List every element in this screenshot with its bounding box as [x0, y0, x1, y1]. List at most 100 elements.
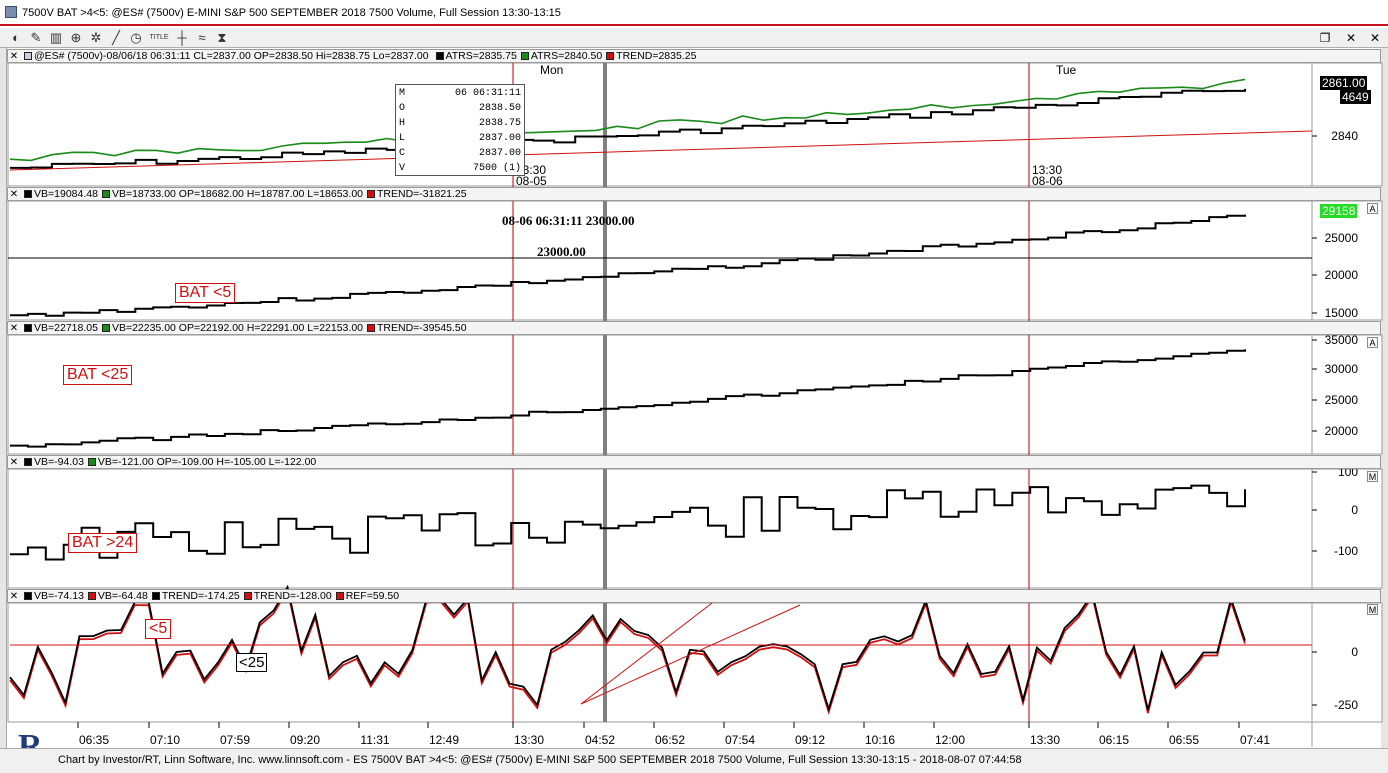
ohlc-value: 7500 (1)	[472, 163, 521, 174]
ohlc-key: O	[399, 103, 406, 114]
pane5-legend-item: TREND=-174.25	[161, 590, 240, 602]
axis-tick-label: 0	[1351, 503, 1358, 517]
axis-tick-label: 2840	[1331, 129, 1358, 143]
pane2-header: ✕ VB=19084.48 VB=18733.00 OP=18682.00 H=18…	[7, 187, 1381, 201]
time-axis-label: 06:15	[1099, 733, 1129, 747]
ohlc-row: L 2837.00	[399, 131, 521, 146]
pane1-legend: ATRS=2835.75 ATRS=2840.50 TREND=2835.25	[432, 50, 697, 62]
pane3-legend-item: VB=22718.05	[34, 322, 98, 334]
pane2-legend-item: TREND=-31821.25	[377, 188, 467, 200]
pane2-legend-item: VB=18733.00 OP=18682.00 H=18787.00 L=186…	[111, 188, 363, 200]
pane2-scale-letter[interactable]: A	[1367, 203, 1378, 214]
ohlc-key: M	[399, 88, 406, 99]
pane4-header: ✕ VB=-94.03 VB=-121.00 OP=-109.00 H=-105.0…	[7, 455, 1381, 469]
pane3-legend-item: VB=22235.00 OP=22192.00 H=22291.00 L=221…	[111, 322, 363, 334]
time-axis-label: 06:52	[655, 733, 685, 747]
crosshair-value: 23000.00	[537, 244, 586, 259]
pane5-close-icon[interactable]: ✕	[8, 591, 20, 602]
pane5-legend: VB=-74.13 VB=-64.48 TREND=-174.25 TREND=-12…	[20, 590, 399, 602]
pane2-legend-item: VB=19084.48	[34, 188, 98, 200]
axis-tick-label: 15000	[1325, 306, 1359, 320]
pane5-legend-swatch	[243, 592, 252, 600]
ohlc-key: L	[399, 133, 406, 144]
session-date-label: 08-05	[516, 174, 547, 188]
ohlc-key: H	[399, 118, 406, 129]
pane4-legend-item: VB=-94.03	[34, 456, 84, 468]
axis-tick-label: 35000	[1325, 333, 1359, 347]
pane2-legend: VB=19084.48 VB=18733.00 OP=18682.00 H=187…	[20, 188, 467, 200]
pane5-scale-letter[interactable]: M	[1367, 604, 1378, 615]
pane5-legend-swatch	[87, 592, 96, 600]
pane2-legend-swatch	[24, 190, 32, 198]
pane4-scale-letter[interactable]: M	[1367, 471, 1378, 482]
ohlc-value: 2837.00	[478, 133, 521, 144]
time-axis-label: 09:12	[795, 733, 825, 747]
ohlc-key: C	[399, 148, 406, 159]
pane1-swatch	[24, 52, 32, 60]
pane1-area	[7, 62, 1383, 187]
last-price-badge: 2861.00	[1320, 76, 1368, 90]
ohlc-value: 2838.50	[478, 103, 521, 114]
pane5-header: ✕ VB=-74.13 VB=-64.48 TREND=-174.25 TREND=-1…	[7, 589, 1381, 603]
pane1-legend-item: ATRS=2835.75	[445, 50, 517, 62]
pane3-scale-letter[interactable]: A	[1367, 337, 1378, 348]
time-axis-label: 07:10	[150, 733, 180, 747]
time-axis-label: 13:30	[1030, 733, 1060, 747]
time-axis-label: 06:55	[1169, 733, 1199, 747]
status-bar: Chart by Investor/RT, Linn Software, Inc…	[0, 748, 1388, 773]
pane1-close-icon[interactable]: ✕	[8, 51, 20, 62]
time-axis-label: 04:52	[585, 733, 615, 747]
day-label: Tue	[1056, 63, 1077, 77]
axis-tick-label: -100	[1334, 544, 1358, 558]
pane5-legend-item: VB=-64.48	[97, 590, 148, 602]
time-axis-label: 07:59	[220, 733, 250, 747]
axis-tick-label: 20000	[1325, 424, 1359, 438]
axis-tick-label: 25000	[1325, 393, 1359, 407]
pane3-legend: VB=22718.05 VB=22235.00 OP=22192.00 H=222…	[20, 322, 467, 334]
day-label: Mon	[540, 63, 563, 77]
pane1-legend-item: TREND=2835.25	[616, 50, 697, 62]
pane4-legend-swatch	[87, 458, 96, 466]
pane4-legend: VB=-94.03 VB=-121.00 OP=-109.00 H=-105.00…	[20, 456, 316, 468]
axis-tick-label: 25000	[1325, 231, 1359, 245]
pane3-close-icon[interactable]: ✕	[8, 323, 20, 334]
pane2-close-icon[interactable]: ✕	[8, 189, 20, 200]
pane4-legend-item: VB=-121.00 OP=-109.00 H=-105.00 L=-122.0…	[97, 456, 317, 468]
pane4-legend-swatch	[24, 458, 32, 466]
pane2-legend-swatch	[367, 190, 375, 198]
time-axis-label: 12:00	[935, 733, 965, 747]
bat-lt25-label: BAT <25	[63, 365, 133, 385]
ohlc-row: V 7500 (1)	[399, 161, 521, 176]
status-text: Chart by Investor/RT, Linn Software, Inc…	[58, 754, 1022, 766]
time-axis-label: 10:16	[865, 733, 895, 747]
ohlc-value: 2837.00	[478, 148, 521, 159]
pane3-header: ✕ VB=22718.05 VB=22235.00 OP=22192.00 H=22…	[7, 321, 1381, 335]
pane2-value-badge: 29158	[1320, 204, 1358, 218]
pane2-legend-swatch	[101, 190, 110, 198]
pane4-area	[7, 468, 1383, 589]
volume-badge: 4649	[1340, 90, 1371, 104]
chart-canvas[interactable]: Mon Tue 13:30 08-05 13:30 08-06 2840 25000 20000…	[0, 0, 1388, 773]
ohlc-row: O 2838.50	[399, 101, 521, 116]
bat-lt5-label: BAT <5	[175, 283, 236, 303]
ohlc-key: V	[399, 163, 406, 174]
pane5-legend-swatch	[24, 592, 32, 600]
axis-tick-label: 30000	[1325, 362, 1359, 376]
pane1-legend-item: ATRS=2840.50	[530, 50, 603, 62]
axis-tick-label: 20000	[1325, 268, 1359, 282]
pane3-legend-swatch	[101, 324, 110, 332]
pane5-legend-item: TREND=-128.00	[253, 590, 332, 602]
pane5-legend-item: REF=59.50	[345, 590, 400, 602]
time-axis-label: 11:31	[360, 733, 389, 747]
lt5-marker-label: <5	[145, 619, 172, 639]
cursor-bar	[603, 63, 607, 722]
pane1-legend-swatch	[606, 52, 615, 60]
pane1-symbol: @ES# (7500v)-08/06/18 06:31:11 CL=2837.0…	[34, 50, 429, 62]
axis-tick-label: 0	[1351, 645, 1358, 659]
pane5-legend-swatch	[151, 592, 160, 600]
pane4-close-icon[interactable]: ✕	[8, 457, 20, 468]
pane3-legend-swatch	[24, 324, 32, 332]
ohlc-value: 2838.75	[478, 118, 521, 129]
ohlc-data-window: M 06 06:31:11 O 2838.50 H 2838.75 L 2837.00 C 283…	[395, 84, 525, 176]
ohlc-row: M 06 06:31:11	[399, 86, 521, 101]
